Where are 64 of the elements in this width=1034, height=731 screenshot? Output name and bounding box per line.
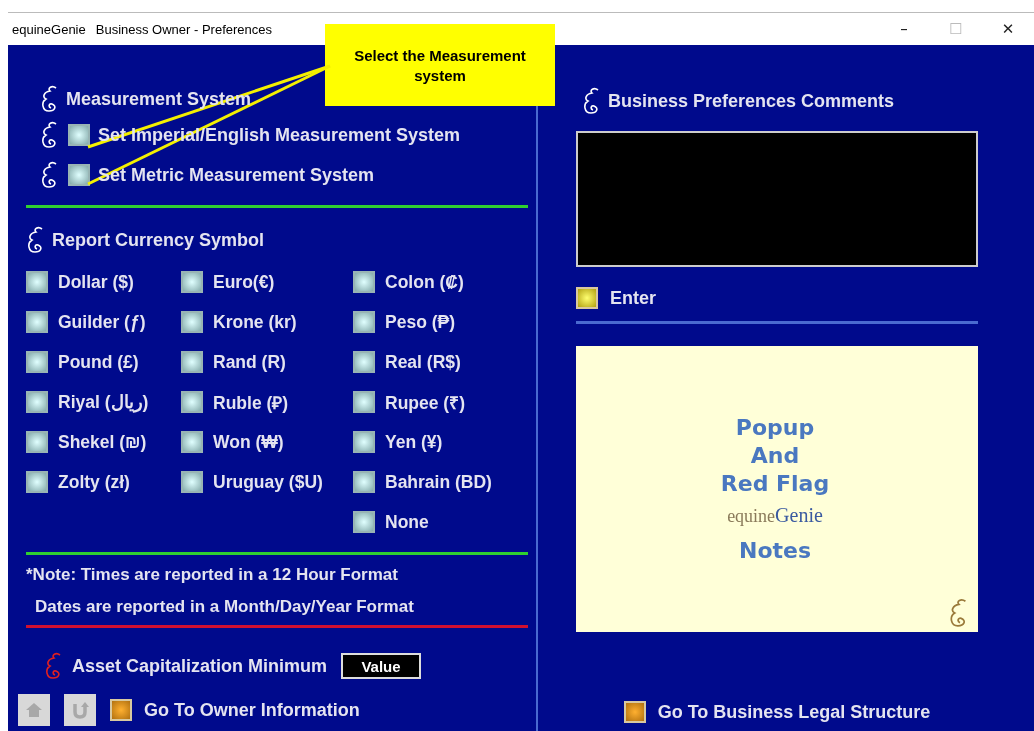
option-label: Colon (₡) <box>385 271 464 293</box>
option-label: Shekel (₪) <box>58 431 147 453</box>
checkbox[interactable] <box>26 351 48 373</box>
note-text: *Note: Times are reported in a 12 Hour Format <box>26 565 399 585</box>
option-label: Uruguay ($U) <box>213 471 323 493</box>
checkbox[interactable] <box>181 431 203 453</box>
checkbox[interactable] <box>26 311 48 333</box>
field-label: Asset Capitalization Minimum <box>72 655 328 677</box>
undo-button[interactable] <box>64 694 96 726</box>
option-label: Real (R$) <box>385 351 461 373</box>
checkbox[interactable] <box>353 271 375 293</box>
checkbox[interactable] <box>181 351 203 373</box>
checkbox[interactable] <box>181 391 203 413</box>
checkbox[interactable] <box>181 311 203 333</box>
notes-heading: Popup <box>735 413 815 442</box>
window-title: Business Owner - Preferences <box>95 21 273 37</box>
checkbox[interactable] <box>181 271 203 293</box>
checkbox[interactable] <box>68 124 90 146</box>
checkbox[interactable] <box>353 311 375 333</box>
app-name: equineGenie <box>12 21 86 37</box>
home-icon <box>24 700 44 720</box>
checkbox[interactable] <box>26 391 48 413</box>
notes-heading: And <box>750 441 800 470</box>
option-label: Zolty (zł) <box>58 471 130 493</box>
option-label: Bahrain (BD) <box>385 471 492 493</box>
checkbox[interactable] <box>68 164 90 186</box>
option-label: Krone (kr) <box>213 311 297 333</box>
comments-field[interactable] <box>576 131 978 267</box>
note-text: Dates are reported in a Month/Day/Year Format <box>34 597 415 617</box>
option-label: Yen (¥) <box>385 431 443 453</box>
checkbox[interactable] <box>353 351 375 373</box>
checkbox[interactable] <box>353 391 375 413</box>
section-heading: Report Currency Symbol <box>52 229 265 251</box>
option-label: Won (₩) <box>213 431 284 453</box>
home-button[interactable] <box>18 694 50 726</box>
option-label: Euro(€) <box>213 271 275 293</box>
logo: equineGenie <box>727 503 823 527</box>
option-label: Rand (R) <box>213 351 286 373</box>
option-label: None <box>385 511 429 533</box>
option-label: Pound (£) <box>58 351 139 373</box>
checkbox[interactable] <box>353 511 375 533</box>
checkbox[interactable] <box>26 431 48 453</box>
option-label: Dollar ($) <box>58 271 134 293</box>
checkbox[interactable] <box>26 471 48 493</box>
notes-heading: Notes <box>738 536 812 565</box>
option-label: Peso (₱) <box>385 311 456 333</box>
section-heading: Business Preferences Comments <box>608 90 895 112</box>
undo-icon <box>70 700 90 720</box>
checkbox[interactable] <box>353 431 375 453</box>
enter-button[interactable]: Enter <box>576 287 978 309</box>
minimize-button[interactable]: – <box>878 20 930 38</box>
owner-info-link[interactable]: Go To Owner Information <box>110 699 360 721</box>
option-label: Riyal (ريال) <box>58 391 149 413</box>
checkbox[interactable] <box>353 471 375 493</box>
close-button[interactable]: ✕ <box>982 20 1034 38</box>
callout-note: Select the Measurement system <box>325 24 555 106</box>
option-label: Ruble (₽) <box>213 392 289 414</box>
option-label: Guilder (ƒ) <box>58 311 146 333</box>
notes-heading: Red Flag <box>720 469 830 498</box>
legal-structure-link[interactable]: Go To Business Legal Structure <box>623 701 931 723</box>
value-field[interactable]: Value <box>341 653 422 679</box>
checkbox[interactable] <box>26 271 48 293</box>
checkbox[interactable] <box>181 471 203 493</box>
option-label: Rupee (₹) <box>385 392 465 414</box>
